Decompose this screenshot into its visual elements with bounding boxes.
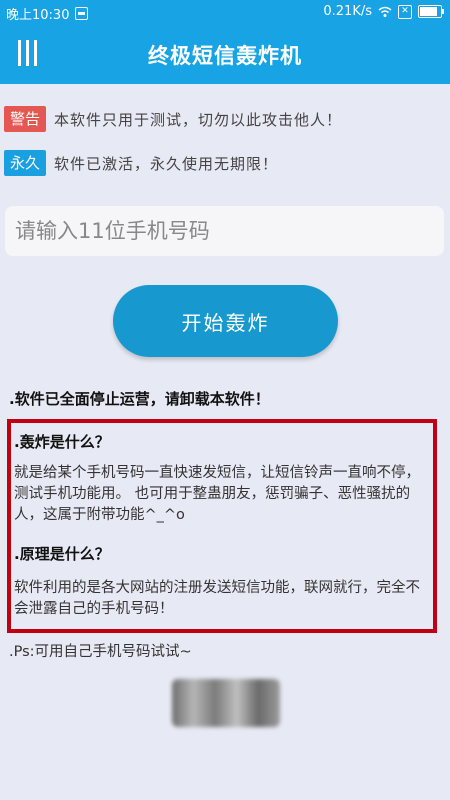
info-box: .轰炸是什么？ 就是给某个手机号码一直快速发短信，让短信铃声一直响不停，测试手机…: [7, 419, 437, 633]
permanent-tag: 永久: [4, 150, 47, 176]
answer-what: 就是给某个手机号码一直快速发短信，让短信铃声一直响不停，测试手机功能用。 也可用…: [14, 465, 420, 523]
warning-tag: 警告: [4, 106, 47, 132]
status-time: 晚上10:30: [6, 8, 70, 23]
activation-notice: 永久 软件已激活，永久使用无期限！: [4, 150, 278, 176]
status-bar: 晚上10:30 0.21K/s ✕: [0, 0, 450, 24]
status-left: 晚上10:30: [6, 4, 89, 23]
start-bomb-button[interactable]: 开始轰炸: [113, 285, 338, 357]
battery-icon: [418, 5, 444, 18]
wifi-icon: [378, 6, 392, 17]
question-principle: .原理是什么？: [14, 545, 110, 563]
sim-icon: ✕: [398, 4, 412, 19]
warning-notice: 警告 本软件只用于测试，切勿以此攻击他人！: [4, 106, 342, 132]
app-bar: 终极短信轰炸机: [0, 24, 450, 84]
answer-principle: 软件利用的是各大网站的注册发送短信功能，联网就行，完全不会泄露自己的手机号码！: [14, 580, 420, 617]
stop-operation-notice: .软件已全面停止运营，请卸载本软件！: [9, 390, 270, 408]
phone-number-input[interactable]: [5, 206, 444, 256]
app-title: 终极短信轰炸机: [148, 44, 302, 68]
question-what: .轰炸是什么？: [14, 433, 110, 451]
network-speed: 0.21K/s: [323, 4, 372, 19]
ps-text: .Ps:可用自己手机号码试试~: [9, 644, 192, 660]
warning-text: 本软件只用于测试，切勿以此攻击他人！: [54, 110, 343, 129]
notification-icon: [75, 7, 89, 20]
blurred-ad-image[interactable]: [172, 679, 280, 727]
activation-text: 软件已激活，永久使用无期限！: [54, 154, 279, 173]
status-right: 0.21K/s ✕: [323, 4, 444, 19]
